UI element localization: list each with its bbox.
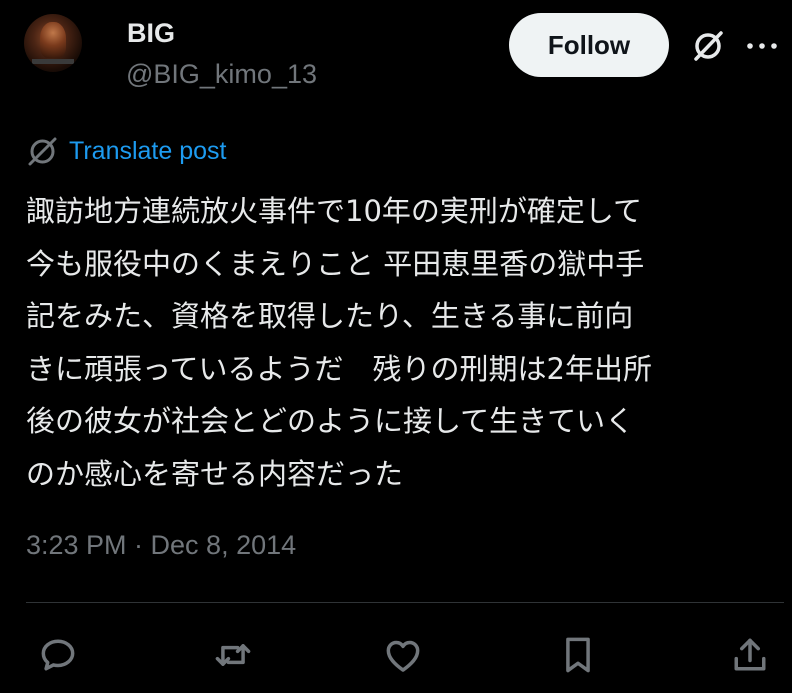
author-display-name[interactable]: BIG: [127, 18, 175, 49]
translate-post-row[interactable]: Translate post: [26, 134, 226, 168]
post-text-line: 今も服役中のくまえりこと 平田恵里香の獄中手: [26, 246, 645, 281]
translate-icon: [28, 137, 57, 165]
avatar[interactable]: [24, 14, 82, 72]
action-bar: [0, 625, 792, 685]
post-text-line: 記をみた、資格を取得したり、生きる事に前向: [26, 299, 634, 333]
more-icon[interactable]: [744, 34, 780, 58]
bookmark-button[interactable]: [548, 625, 608, 685]
post-text-line: 後の彼女が社会とどのように接して生きていく: [26, 404, 635, 438]
post-timestamp[interactable]: 3:23 PM · Dec 8, 2014: [26, 530, 296, 561]
reply-button[interactable]: [28, 625, 88, 685]
post-text-line: 諏訪地方連続放火事件で10年の実刑が確定して: [26, 194, 643, 228]
share-button[interactable]: [720, 625, 780, 685]
post-text: 諏訪地方連続放火事件で10年の実刑が確定して 今も服役中のくまえりこと 平田恵里…: [26, 185, 776, 500]
post-text-line: のか感心を寄せる内容だった: [26, 456, 404, 491]
author-handle[interactable]: @BIG_kimo_13: [126, 59, 317, 90]
like-icon: [386, 640, 420, 672]
repost-icon: [215, 644, 251, 666]
post-text-line: きに頑張っているようだ 残りの刑期は2年出所: [26, 351, 653, 386]
share-icon: [734, 638, 766, 671]
bookmark-icon: [566, 637, 590, 673]
follow-button[interactable]: Follow: [509, 13, 669, 77]
like-button[interactable]: [373, 625, 433, 685]
divider: [26, 602, 784, 603]
grok-icon[interactable]: [690, 28, 726, 64]
translate-post-link[interactable]: Translate post: [69, 137, 226, 166]
repost-button[interactable]: [203, 625, 263, 685]
reply-icon: [41, 639, 75, 671]
